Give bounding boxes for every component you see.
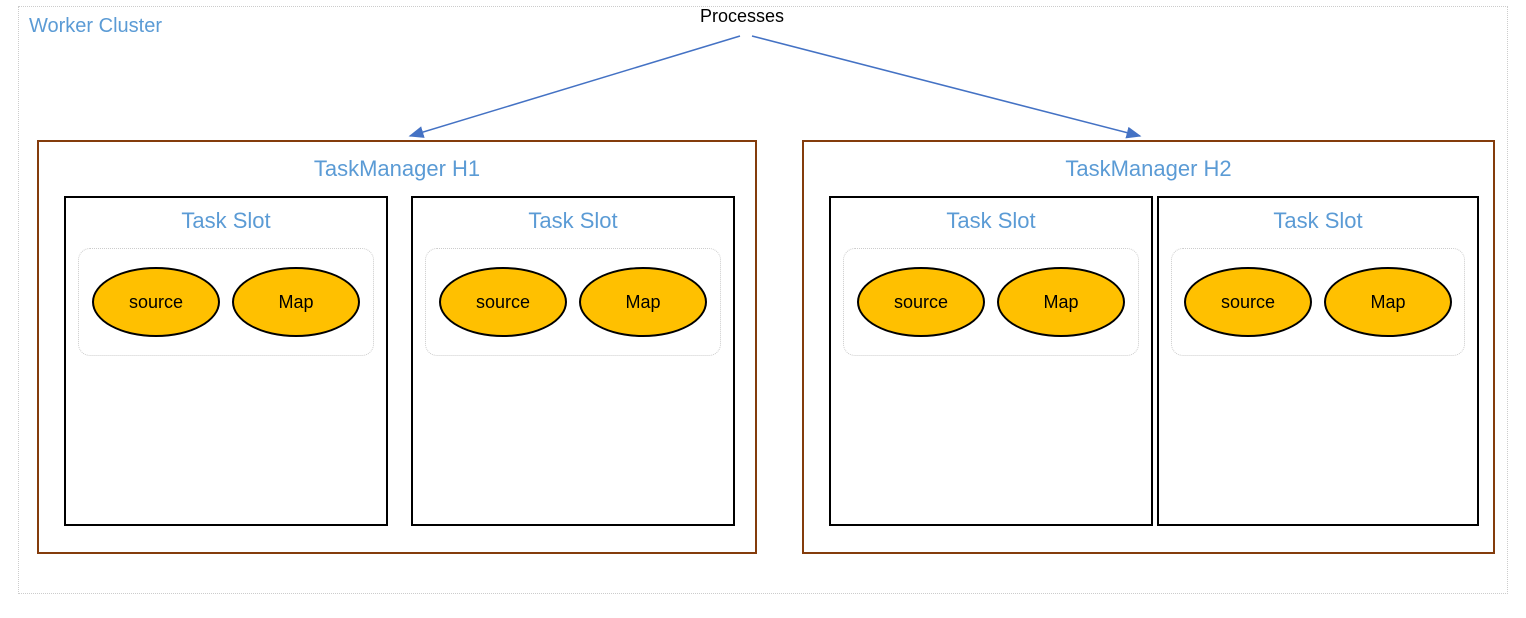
task-slot-title: Task Slot xyxy=(66,198,386,234)
task-slot: Task Slot source Map xyxy=(1157,196,1479,526)
task-slot-title: Task Slot xyxy=(413,198,733,234)
task-slot: Task Slot source Map xyxy=(64,196,388,526)
source-operator: source xyxy=(439,267,567,337)
task-slot: Task Slot source Map xyxy=(411,196,735,526)
slot-inner-box: source Map xyxy=(843,248,1139,356)
map-operator: Map xyxy=(997,267,1125,337)
task-manager-h1: TaskManager H1 Task Slot source Map Task… xyxy=(37,140,757,554)
worker-cluster-label: Worker Cluster xyxy=(29,15,162,38)
task-slot: Task Slot source Map xyxy=(829,196,1153,526)
map-operator: Map xyxy=(579,267,707,337)
slot-inner-box: source Map xyxy=(1171,248,1465,356)
task-slot-title: Task Slot xyxy=(831,198,1151,234)
task-manager-title: TaskManager H1 xyxy=(39,142,755,182)
slot-inner-box: source Map xyxy=(425,248,721,356)
processes-label: Processes xyxy=(700,6,784,27)
task-manager-title: TaskManager H2 xyxy=(804,142,1493,182)
slot-inner-box: source Map xyxy=(78,248,374,356)
map-operator: Map xyxy=(1324,267,1452,337)
source-operator: source xyxy=(857,267,985,337)
map-operator: Map xyxy=(232,267,360,337)
source-operator: source xyxy=(92,267,220,337)
task-manager-h2: TaskManager H2 Task Slot source Map Task… xyxy=(802,140,1495,554)
task-slot-title: Task Slot xyxy=(1159,198,1477,234)
source-operator: source xyxy=(1184,267,1312,337)
